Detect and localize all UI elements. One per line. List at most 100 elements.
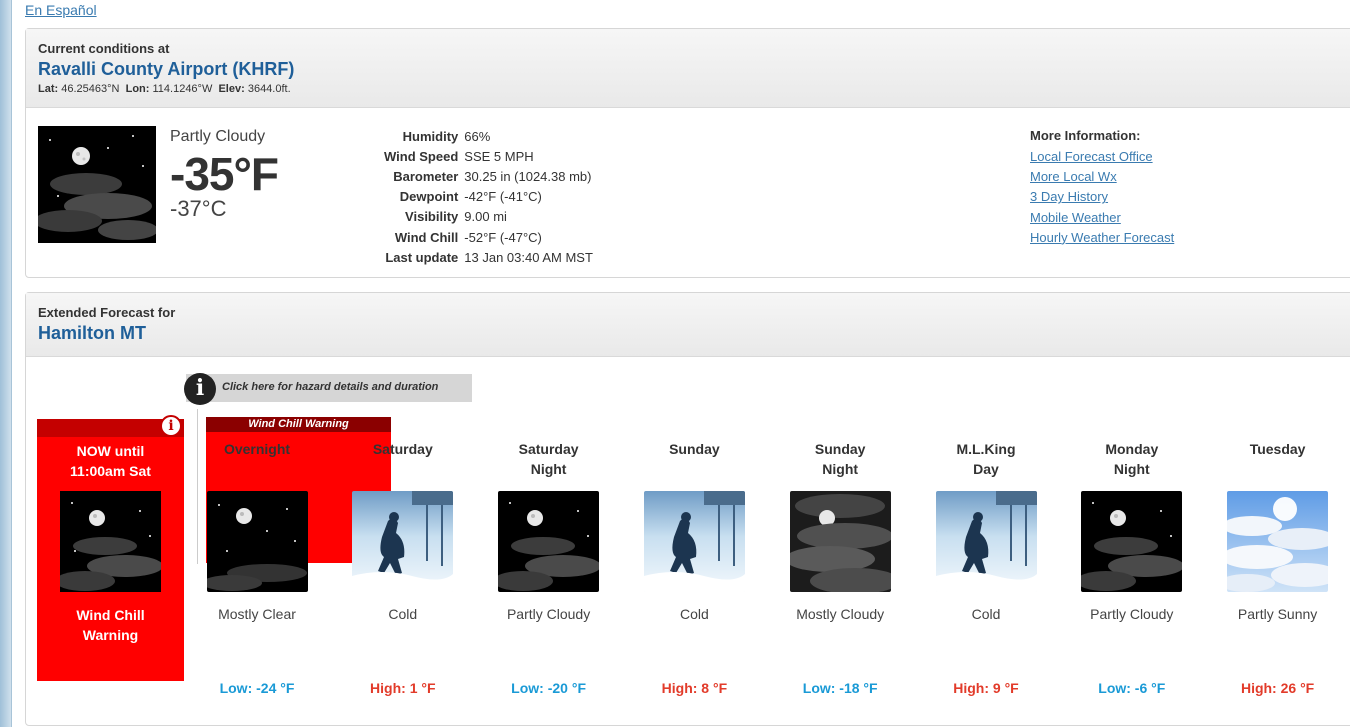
forecast-period[interactable]: Monday Night Partly Cloudy Low: -6 °F xyxy=(1059,439,1205,696)
forecast-period[interactable]: Sunday Night Mostly Cloudy Low: -18 °F xyxy=(767,439,913,696)
hourly-weather-forecast-link[interactable]: Hourly Weather Forecast xyxy=(1030,230,1174,250)
current-summary: Partly Cloudy xyxy=(170,128,266,145)
detail-key: Visibility xyxy=(405,209,459,225)
period-name-line1: Saturday xyxy=(518,441,579,457)
elev-label: Elev: xyxy=(218,83,245,95)
forecast-period[interactable]: Saturday Cold High: 1 °F xyxy=(330,439,476,696)
current-conditions-header: Current conditions at Ravalli County Air… xyxy=(26,29,1350,108)
period-name: M.L.King Day xyxy=(913,439,1059,481)
cold-icon xyxy=(935,491,1037,592)
period-temp: High: 8 °F xyxy=(661,680,728,696)
period-name: Monday Night xyxy=(1059,439,1205,481)
now-hazard-label: Wind Chill Warning xyxy=(37,605,184,645)
detail-value: SSE 5 MPH xyxy=(464,148,534,164)
detail-value: 66% xyxy=(464,128,491,144)
info-icon: i xyxy=(184,373,216,405)
night-partly-cloudy-icon xyxy=(38,126,156,243)
period-short-desc: Mostly Cloudy xyxy=(796,606,885,622)
period-short-desc: Mostly Clear xyxy=(218,606,296,622)
period-name-line2: Night xyxy=(822,461,859,477)
forecast-period[interactable]: Tuesday Partly Sunny High: 26 °F xyxy=(1205,439,1350,696)
hazard-details-text: Click here for hazard details and durati… xyxy=(222,381,439,393)
period-short-desc: Cold xyxy=(971,606,1001,622)
lon-value: 114.1246°W xyxy=(152,83,213,95)
period-name-line2: Day xyxy=(973,461,999,477)
current-details-table: Humidity 66% Wind Speed SSE 5 MPH Barometer 3… xyxy=(381,126,596,267)
period-name: Tuesday xyxy=(1205,439,1350,481)
night-partly-cloudy-icon xyxy=(1081,491,1183,592)
detail-value: -42°F (-41°C) xyxy=(464,189,542,205)
local-forecast-office-link[interactable]: Local Forecast Office xyxy=(1030,149,1174,169)
period-temp: High: 26 °F xyxy=(1240,680,1315,696)
period-short-desc: Partly Cloudy xyxy=(1090,606,1174,622)
extended-forecast-label: Extended Forecast for xyxy=(38,305,176,320)
period-name-line1: Sunday xyxy=(669,441,720,457)
3-day-history-link[interactable]: 3 Day History xyxy=(1030,189,1174,209)
language-link[interactable]: En Español xyxy=(25,2,97,18)
left-border-bar xyxy=(0,0,12,727)
detail-row: Barometer 30.25 in (1024.38 mb) xyxy=(381,166,596,186)
period-name-line1: Sunday xyxy=(814,441,866,457)
forecast-period[interactable]: Saturday Night Partly Cloudy Low: -20 °F xyxy=(476,439,622,696)
period-name-line2: Night xyxy=(1113,461,1150,477)
current-temp-c: -37°C xyxy=(170,196,227,221)
lat-label: Lat: xyxy=(38,83,59,95)
period-name-line1: Tuesday xyxy=(1249,441,1306,457)
now-title-line2: 11:00am Sat xyxy=(70,463,151,479)
lon-label: Lon: xyxy=(125,83,150,95)
elev-value: 3644.0ft. xyxy=(247,83,291,95)
period-short-desc: Partly Cloudy xyxy=(506,606,591,622)
period-name-line1: Monday xyxy=(1105,441,1159,457)
period-name-line1: Overnight xyxy=(223,441,291,457)
now-hazard-box[interactable]: i NOW until 11:00am Sat Wind Chill Warni… xyxy=(37,415,184,681)
period-name: Overnight xyxy=(184,439,330,481)
station-coordinates: Lat: 46.25463°N Lon: 114.1246°W Elev: 36… xyxy=(38,83,1350,95)
current-conditions-label: Current conditions at xyxy=(38,41,170,56)
more-information-title: More Information: xyxy=(1030,128,1141,143)
lat-value: 46.25463°N xyxy=(61,83,120,95)
period-temp: High: 1 °F xyxy=(370,680,436,696)
period-name-line2: Night xyxy=(530,461,567,477)
forecast-period[interactable]: Sunday Cold High: 8 °F xyxy=(621,439,767,696)
detail-row: Last update 13 Jan 03:40 AM MST xyxy=(381,247,596,267)
period-name: Sunday xyxy=(621,439,767,481)
detail-row: Dewpoint -42°F (-41°C) xyxy=(381,187,596,207)
night-partly-cloudy-icon xyxy=(498,491,600,592)
info-icon[interactable]: i xyxy=(160,415,182,437)
current-conditions-panel: Current conditions at Ravalli County Air… xyxy=(25,28,1350,278)
period-name: Saturday Night xyxy=(476,439,622,481)
detail-key: Last update xyxy=(385,249,459,265)
period-temp: High: 9 °F xyxy=(953,680,1019,696)
detail-value: 9.00 mi xyxy=(464,209,507,225)
detail-value: 13 Jan 03:40 AM MST xyxy=(464,249,593,265)
cold-icon xyxy=(643,491,745,592)
wind-chill-warning-banner: Wind Chill Warning xyxy=(206,417,391,432)
period-short-desc: Cold xyxy=(388,606,418,622)
period-name: Sunday Night xyxy=(767,439,913,481)
now-label-line2: Warning xyxy=(82,627,139,643)
now-label-line1: Wind Chill xyxy=(76,607,145,623)
more-information: More Information: Local Forecast Office … xyxy=(1030,128,1174,250)
period-temp: Low: -24 °F xyxy=(219,680,295,696)
night-clear-icon xyxy=(206,491,308,592)
more-local-wx-link[interactable]: More Local Wx xyxy=(1030,169,1174,189)
detail-key: Wind Chill xyxy=(394,229,459,245)
period-name-line1: Saturday xyxy=(372,441,433,457)
period-short-desc: Partly Sunny xyxy=(1237,606,1318,622)
detail-row: Humidity 66% xyxy=(381,126,596,146)
forecast-period[interactable]: M.L.King Day Cold High: 9 °F xyxy=(913,439,1059,696)
night-mostly-cloudy-icon xyxy=(789,491,891,592)
detail-value: 30.25 in (1024.38 mb) xyxy=(464,168,592,184)
partly-sunny-icon xyxy=(1227,491,1329,592)
current-temp-f: -35°F xyxy=(170,148,279,200)
mobile-weather-link[interactable]: Mobile Weather xyxy=(1030,210,1174,230)
forecast-period[interactable]: Overnight Mostly Clear Low: -24 °F xyxy=(184,439,330,696)
extended-forecast-header: Extended Forecast for Hamilton MT xyxy=(26,293,1350,357)
period-name-line1: M.L.King xyxy=(956,441,1016,457)
now-title-line1: NOW until xyxy=(76,443,145,459)
night-partly-cloudy-icon xyxy=(60,491,161,592)
detail-value: -52°F (-47°C) xyxy=(464,229,542,245)
detail-row: Wind Speed SSE 5 MPH xyxy=(381,146,596,166)
hazard-details-button[interactable]: i Click here for hazard details and dura… xyxy=(184,373,472,405)
detail-key: Barometer xyxy=(393,168,459,184)
